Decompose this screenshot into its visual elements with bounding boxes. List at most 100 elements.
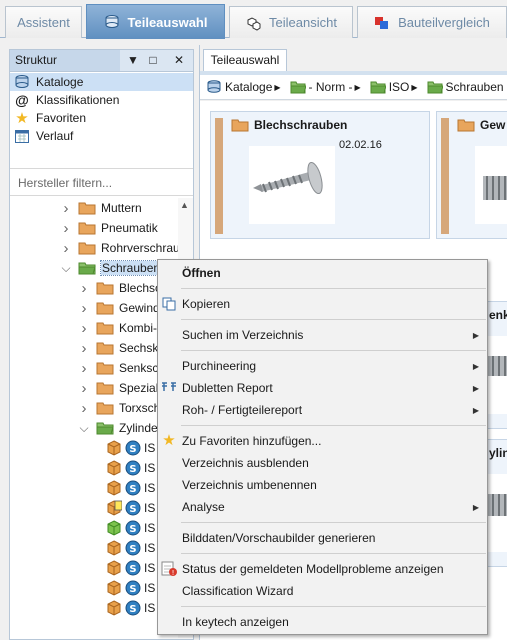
tree-item-label: IS	[144, 461, 156, 475]
chevron-right-icon[interactable]: ›	[78, 300, 90, 317]
tree-item-label: IS	[144, 501, 156, 515]
tree-item[interactable]: S IS	[106, 538, 155, 558]
menu-item-dubletten-report[interactable]: Dubletten Report ▶	[158, 377, 487, 399]
scroll-up-icon[interactable]: ▲	[180, 200, 189, 210]
menu-separator	[181, 319, 486, 320]
tree-item[interactable]: S IS	[106, 578, 155, 598]
standard-s-icon: S	[125, 520, 141, 536]
breadcrumb-kataloge[interactable]: Kataloge ▶	[206, 80, 281, 94]
breadcrumb-iso[interactable]: ISO ▶	[370, 80, 418, 94]
maximize-icon[interactable]: □	[146, 53, 160, 67]
menu-item-verzeichnis-umbenennen[interactable]: Verzeichnis umbenennen	[158, 474, 487, 496]
tab-teileansicht[interactable]: Teileansicht	[229, 6, 353, 38]
nav-item-favoriten[interactable]: ★ Favoriten	[10, 109, 193, 127]
card-strip	[215, 118, 223, 234]
compare-icon	[374, 15, 390, 31]
menu-item-roh-fertigteilereport[interactable]: Roh- / Fertigteilereport ▶	[158, 399, 487, 421]
chevron-right-icon[interactable]: ›	[78, 380, 90, 397]
tree-item[interactable]: › Senksch	[78, 358, 166, 378]
standard-s-icon: S	[125, 500, 141, 516]
menu-item-öffnen[interactable]: Öffnen	[158, 262, 487, 284]
chevron-right-icon[interactable]: ›	[78, 400, 90, 417]
chevron-right-icon[interactable]: ›	[78, 320, 90, 337]
tree-item[interactable]: › Kombi-	[78, 318, 158, 338]
chevron-right-icon[interactable]: ›	[78, 340, 90, 357]
tree-item[interactable]: S IS	[106, 438, 155, 458]
folder-open-icon	[96, 421, 114, 435]
menu-item-in-keytech-anzeigen[interactable]: In keytech anzeigen	[158, 611, 487, 633]
nav-item-kataloge[interactable]: Kataloge	[10, 73, 193, 91]
tree-item[interactable]: › Spezials	[78, 378, 165, 398]
tab-bauteilvergleich[interactable]: Bauteilvergleich	[357, 6, 507, 38]
nav-item-verlauf[interactable]: Verlauf	[10, 127, 193, 145]
dropdown-icon[interactable]: ▼	[126, 53, 140, 67]
menu-separator	[181, 350, 486, 351]
screw-image	[475, 146, 507, 224]
breadcrumb-label: Schrauben	[445, 80, 504, 94]
tab-assistent[interactable]: Assistent	[5, 6, 82, 38]
tree-item[interactable]: › Sechska	[78, 338, 166, 358]
menu-item-kopieren[interactable]: Kopieren	[158, 293, 487, 315]
tree-item[interactable]: S IS	[106, 498, 155, 518]
menu-item-label: Öffnen	[182, 266, 221, 280]
part-cube-icon	[106, 600, 122, 616]
folder-icon	[231, 118, 249, 132]
tree-item[interactable]: › Gewind	[78, 298, 160, 318]
submenu-arrow-icon: ▶	[472, 502, 479, 512]
tab-label: Teileansicht	[269, 15, 337, 30]
tree-item[interactable]: ⌵ Schraubens	[60, 258, 169, 278]
menu-item-suchen-im-verzeichnis[interactable]: Suchen im Verzeichnis ▶	[158, 324, 487, 346]
close-icon[interactable]: ✕	[172, 53, 186, 67]
chevron-right-icon[interactable]: ›	[78, 360, 90, 377]
card-title: enk	[489, 308, 507, 322]
folder-icon	[96, 321, 114, 335]
tab-teileauswahl[interactable]: Teileauswahl	[86, 4, 225, 39]
tree-item-label: Blechsc	[119, 281, 162, 295]
menu-item-status-der-gemeldeten-modellprobleme-anzeigen[interactable]: ! Status der gemeldeten Modellprobleme an…	[158, 558, 487, 580]
menu-item-classification-wizard[interactable]: Classification Wizard	[158, 580, 487, 602]
svg-text:S: S	[129, 464, 136, 475]
tree-item[interactable]: S IS	[106, 598, 155, 618]
breadcrumb-schrauben[interactable]: Schrauben	[427, 80, 504, 94]
catalog-card[interactable]: Blechschrauben 02.02.16	[210, 111, 430, 239]
menu-item-purchineering[interactable]: Purchineering ▶	[158, 355, 487, 377]
standard-s-icon: S	[125, 580, 141, 596]
tree-item[interactable]: S IS	[106, 518, 155, 538]
chevron-right-icon[interactable]: ›	[78, 280, 90, 297]
menu-item-bilddaten-vorschaubilder-generieren[interactable]: Bilddaten/Vorschaubilder generieren	[158, 527, 487, 549]
chevron-right-icon[interactable]: ›	[60, 220, 72, 237]
breadcrumb-norm[interactable]: - Norm - ▶	[290, 80, 361, 94]
part-cube-icon	[106, 440, 122, 456]
part-cube-icon	[106, 460, 122, 476]
chevron-down-icon[interactable]: ⌵	[60, 261, 72, 276]
nav-item-klassifikationen[interactable]: @ Klassifikationen	[10, 91, 193, 109]
menu-item-analyse[interactable]: Analyse ▶	[158, 496, 487, 518]
tree-item[interactable]: ⌵ Zylinder	[78, 418, 161, 438]
tab-teileauswahl-inner[interactable]: Teileauswahl	[203, 49, 287, 71]
chevron-right-icon[interactable]: ›	[60, 200, 72, 217]
standard-s-icon: S	[125, 540, 141, 556]
catalog-icon	[206, 80, 222, 94]
chevron-down-icon[interactable]: ⌵	[78, 421, 90, 436]
folder-icon	[78, 241, 96, 255]
tree-item[interactable]: › Torxsch	[78, 398, 161, 418]
tree-item[interactable]: S IS	[106, 458, 155, 478]
manufacturer-filter-input[interactable]: Hersteller filtern...	[10, 168, 193, 196]
chevron-right-icon[interactable]: ›	[60, 240, 72, 257]
star-icon: ★	[15, 110, 29, 127]
chevron-right-icon: ▶	[274, 82, 281, 92]
tree-item[interactable]: › Rohrverschrau	[60, 238, 180, 258]
tree-item[interactable]: › Muttern	[60, 198, 142, 218]
tree-item[interactable]: › Pneumatik	[60, 218, 158, 238]
tree-item[interactable]: S IS	[106, 558, 155, 578]
catalog-card[interactable]: Gew	[436, 111, 507, 239]
menu-item-verzeichnis-ausblenden[interactable]: Verzeichnis ausblenden	[158, 452, 487, 474]
folder-icon	[96, 381, 114, 395]
nav-item-label: Verlauf	[36, 129, 74, 143]
tree-item[interactable]: S IS	[106, 478, 155, 498]
tree-item[interactable]: › Blechsc	[78, 278, 162, 298]
nav-item-label: Klassifikationen	[36, 93, 120, 107]
tree-item-label: Gewind	[119, 301, 160, 315]
menu-item-zu-favoriten-hinzufügen[interactable]: ★ Zu Favoriten hinzufügen...	[158, 430, 487, 452]
folder-icon	[78, 201, 96, 215]
